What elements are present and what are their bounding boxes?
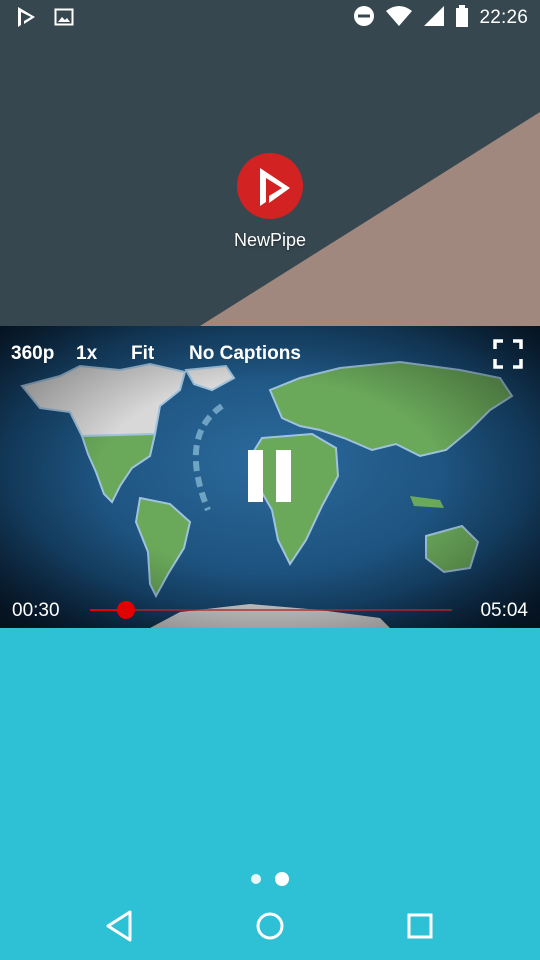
- newpipe-logo-icon: [236, 152, 304, 220]
- pause-bar-left: [248, 450, 263, 502]
- home-icon[interactable]: [250, 906, 290, 946]
- resize-mode-button[interactable]: Fit: [131, 343, 154, 365]
- recents-icon[interactable]: [400, 906, 440, 946]
- status-bar: 22:26: [0, 0, 540, 36]
- fullscreen-icon[interactable]: [493, 339, 523, 369]
- popup-player[interactable]: 360p 1x Fit No Captions 00:30 05:04: [0, 326, 540, 628]
- clock: 22:26: [479, 7, 528, 28]
- screen: NewPipe 22:26 360p 1x Fit No Captions 00…: [0, 0, 540, 960]
- playback-speed-button[interactable]: 1x: [76, 343, 97, 365]
- total-time: 05:04: [480, 600, 528, 621]
- signal-icon: [423, 5, 445, 32]
- pause-icon[interactable]: [246, 450, 294, 502]
- page-dot-1[interactable]: [251, 874, 261, 884]
- battery-icon: [455, 4, 469, 32]
- newpipe-app-shortcut[interactable]: NewPipe: [230, 152, 310, 251]
- page-dot-2[interactable]: [275, 872, 289, 886]
- player-top-controls: 360p 1x Fit No Captions: [0, 343, 540, 369]
- pause-bar-right: [276, 450, 291, 502]
- captions-button[interactable]: No Captions: [189, 343, 301, 365]
- page-indicator: [0, 872, 540, 886]
- back-icon[interactable]: [100, 906, 140, 946]
- navigation-bar: [0, 892, 540, 960]
- app-label: NewPipe: [233, 230, 307, 250]
- newpipe-notification-icon: [16, 6, 36, 33]
- image-notification-icon: [54, 7, 74, 32]
- seek-bar[interactable]: [90, 601, 452, 619]
- current-time: 00:30: [12, 600, 60, 621]
- quality-button[interactable]: 360p: [11, 343, 54, 365]
- home-wallpaper: NewPipe: [0, 0, 540, 326]
- do-not-disturb-icon: [353, 5, 375, 32]
- wifi-icon: [385, 5, 413, 32]
